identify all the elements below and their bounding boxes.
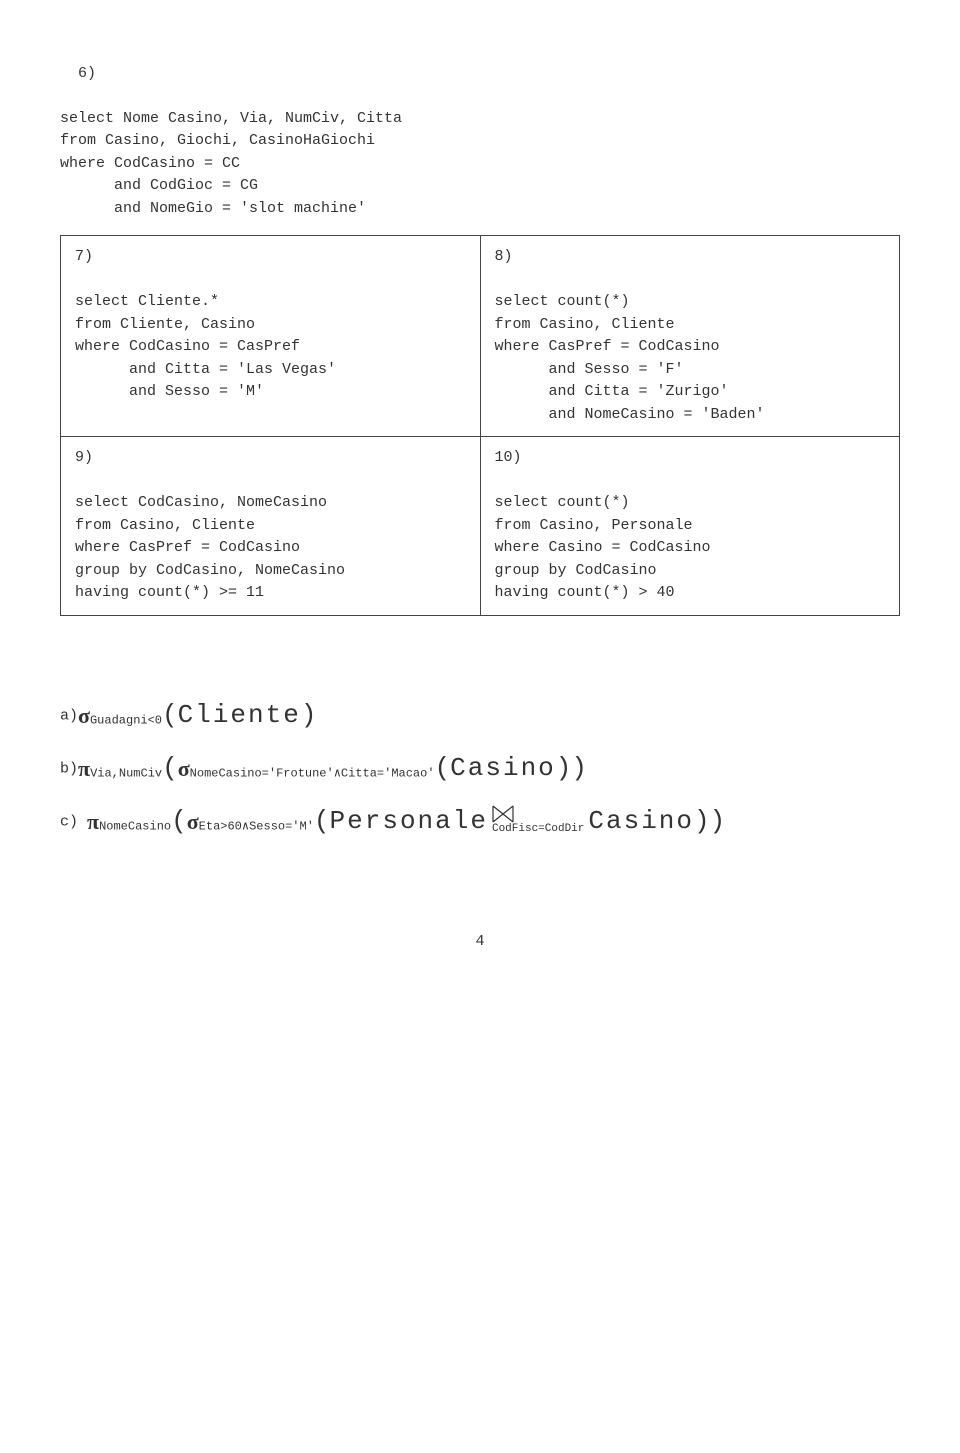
q6-header: 6) (78, 65, 96, 82)
cell-q10: 10) select count(*) from Casino, Persona… (480, 437, 900, 616)
sigma-icon: σ (78, 703, 90, 728)
relational-algebra-section: a)σGuadagni<0(Cliente) b)πVia,NumCiv(σNo… (60, 696, 900, 841)
ra-c-label: c) (60, 813, 87, 830)
page-number: 4 (60, 931, 900, 954)
sigma-icon: σ (187, 809, 199, 834)
ra-b-sigma-sub: NomeCasino='Frotune'∧Citta='Macao' (190, 766, 435, 780)
pi-icon: π (87, 809, 99, 834)
paren-open: ( (162, 700, 178, 730)
ra-a: a)σGuadagni<0(Cliente) (60, 696, 900, 735)
q7-body: select Cliente.* from Cliente, Casino wh… (75, 293, 336, 400)
paren-open: ( (171, 806, 187, 836)
paren-close: ) (301, 700, 317, 730)
ra-b: b)πVia,NumCiv(σNomeCasino='Frotune'∧Citt… (60, 749, 900, 788)
query-table: 7) select Cliente.* from Cliente, Casino… (60, 235, 900, 616)
ra-c-rel1: Personale (330, 806, 488, 836)
ra-c: c) πNomeCasino(σEta>60∧Sesso='M'(Persona… (60, 802, 900, 841)
q9-body: select CodCasino, NomeCasino from Casino… (75, 494, 345, 601)
paren-close: )) (694, 806, 725, 836)
ra-a-sub: Guadagni<0 (90, 713, 162, 727)
q8-body: select count(*) from Casino, Cliente whe… (495, 293, 765, 423)
pi-icon: π (78, 756, 90, 781)
paren-open: ( (435, 753, 451, 783)
ra-b-pi-sub: Via,NumCiv (90, 766, 162, 780)
cell-q7: 7) select Cliente.* from Cliente, Casino… (61, 236, 481, 437)
query-6: 6) select Nome Casino, Via, NumCiv, Citt… (60, 40, 900, 220)
natural-join-icon: CodFisc=CodDir (492, 805, 584, 838)
q7-header: 7) (75, 248, 93, 265)
paren-open: ( (314, 806, 330, 836)
q6-body: select Nome Casino, Via, NumCiv, Citta f… (60, 110, 402, 217)
ra-a-label: a) (60, 707, 78, 724)
q9-header: 9) (75, 449, 93, 466)
sigma-icon: σ (178, 756, 190, 781)
cell-q9: 9) select CodCasino, NomeCasino from Cas… (61, 437, 481, 616)
ra-c-sigma-sub: Eta>60∧Sesso='M' (199, 819, 314, 833)
q10-body: select count(*) from Casino, Personale w… (495, 494, 711, 601)
ra-b-rel: Casino (450, 753, 556, 783)
ra-b-label: b) (60, 760, 78, 777)
ra-c-rel2: Casino (588, 806, 694, 836)
ra-c-join-sub: CodFisc=CodDir (492, 821, 584, 838)
q8-header: 8) (495, 248, 513, 265)
cell-q8: 8) select count(*) from Casino, Cliente … (480, 236, 900, 437)
ra-c-pi-sub: NomeCasino (99, 819, 171, 833)
q10-header: 10) (495, 449, 522, 466)
paren-open: ( (162, 753, 178, 783)
paren-close: )) (556, 753, 587, 783)
ra-a-rel: Cliente (178, 700, 301, 730)
